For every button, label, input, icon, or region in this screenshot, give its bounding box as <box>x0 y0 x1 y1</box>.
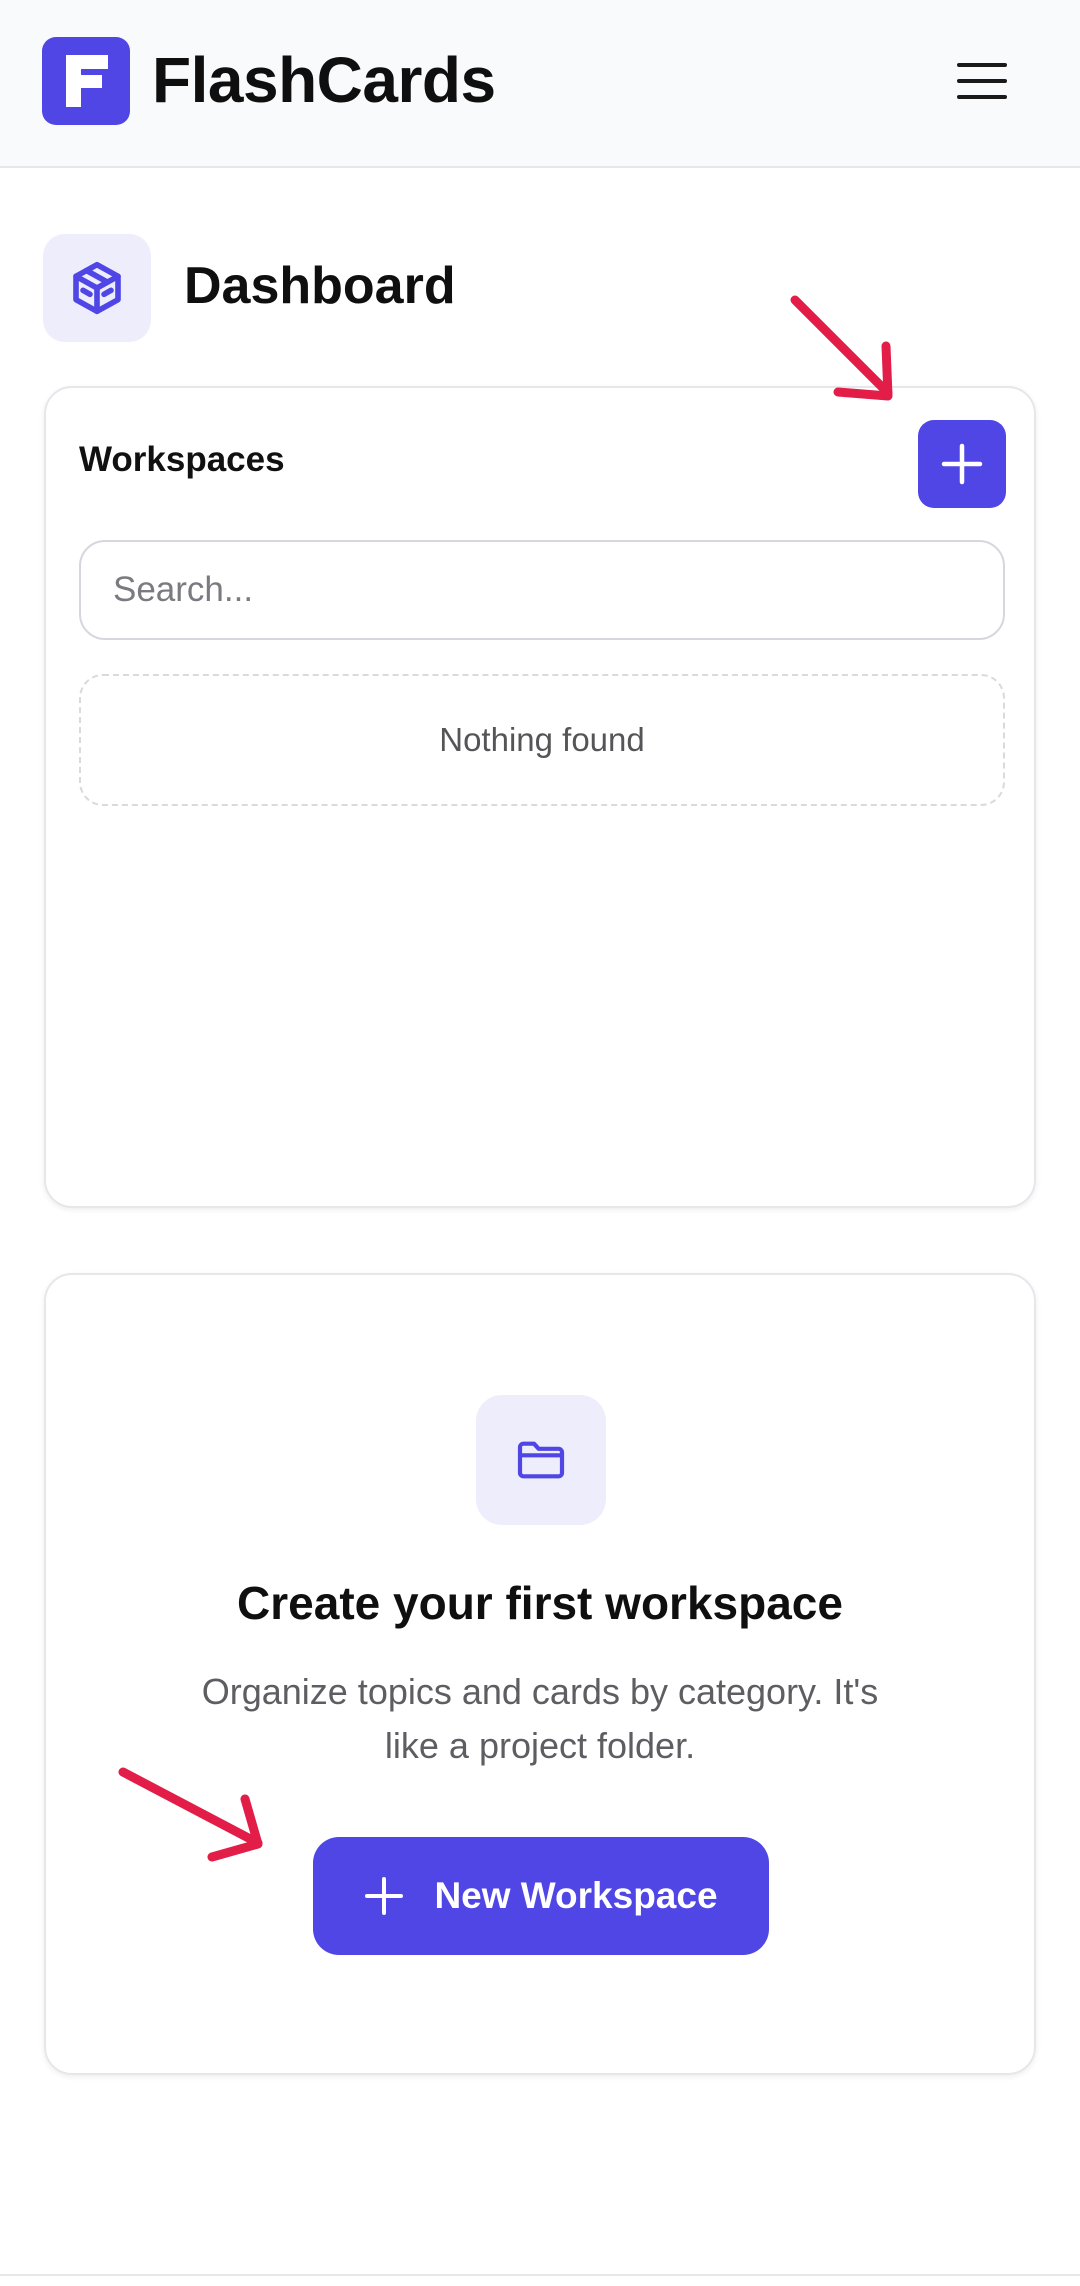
new-workspace-label: New Workspace <box>434 1875 718 1916</box>
workspaces-card: Workspaces Nothing found <box>44 386 1036 1208</box>
cube-icon <box>43 234 151 342</box>
top-bar: FlashCards <box>0 0 1080 168</box>
bottom-divider <box>0 2274 1080 2276</box>
workspaces-title: Workspaces <box>79 440 285 479</box>
plus-icon <box>365 1877 404 1915</box>
new-workspace-button[interactable]: New Workspace <box>313 1837 769 1955</box>
arrow-to-add-button <box>790 295 893 398</box>
create-workspace-card: Create your first workspace Organize top… <box>44 1273 1036 2075</box>
plus-icon <box>941 443 983 485</box>
empty-state-text: Nothing found <box>439 721 645 758</box>
page-title: Dashboard <box>184 257 456 315</box>
empty-state-message: Nothing found <box>79 674 1005 806</box>
create-title: Create your first workspace <box>237 1577 843 1629</box>
flashcards-logo-icon <box>42 37 130 125</box>
search-input[interactable] <box>79 540 1005 640</box>
folder-icon <box>476 1395 606 1525</box>
add-workspace-button[interactable] <box>918 420 1006 508</box>
hamburger-menu-icon[interactable] <box>940 48 1024 114</box>
app-title: FlashCards <box>152 44 496 116</box>
create-description: Organize topics and cards by category. I… <box>201 1671 879 1766</box>
